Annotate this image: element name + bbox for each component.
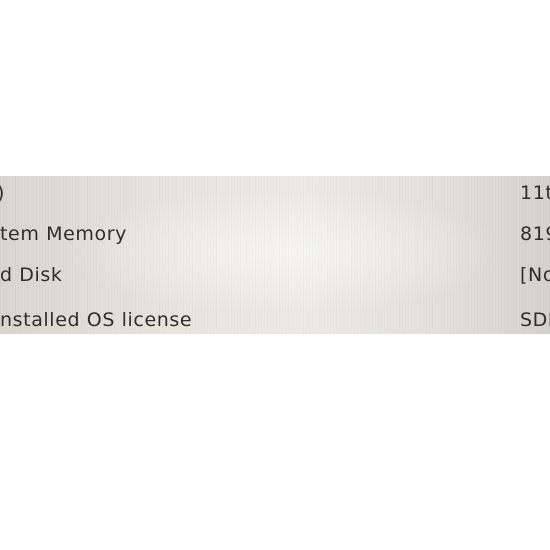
info-row: tem Memory 819 <box>0 219 550 249</box>
info-row-value: SDK <box>520 309 550 331</box>
info-row: ) 11t <box>0 178 550 208</box>
info-row-label: d Disk <box>0 264 63 286</box>
info-row-label: tem Memory <box>0 223 127 245</box>
info-row-label: ) <box>0 178 5 208</box>
info-row-label: nstalled OS license <box>0 309 193 331</box>
info-row-value: 819 <box>520 223 550 245</box>
info-row-value: [No <box>520 264 550 286</box>
system-info-panel: ) 11t tem Memory 819 d Disk [No nstalled… <box>0 176 550 334</box>
info-row: nstalled OS license SDK <box>0 305 550 334</box>
info-row: d Disk [No <box>0 260 550 290</box>
info-row-value: 11t <box>520 182 550 204</box>
